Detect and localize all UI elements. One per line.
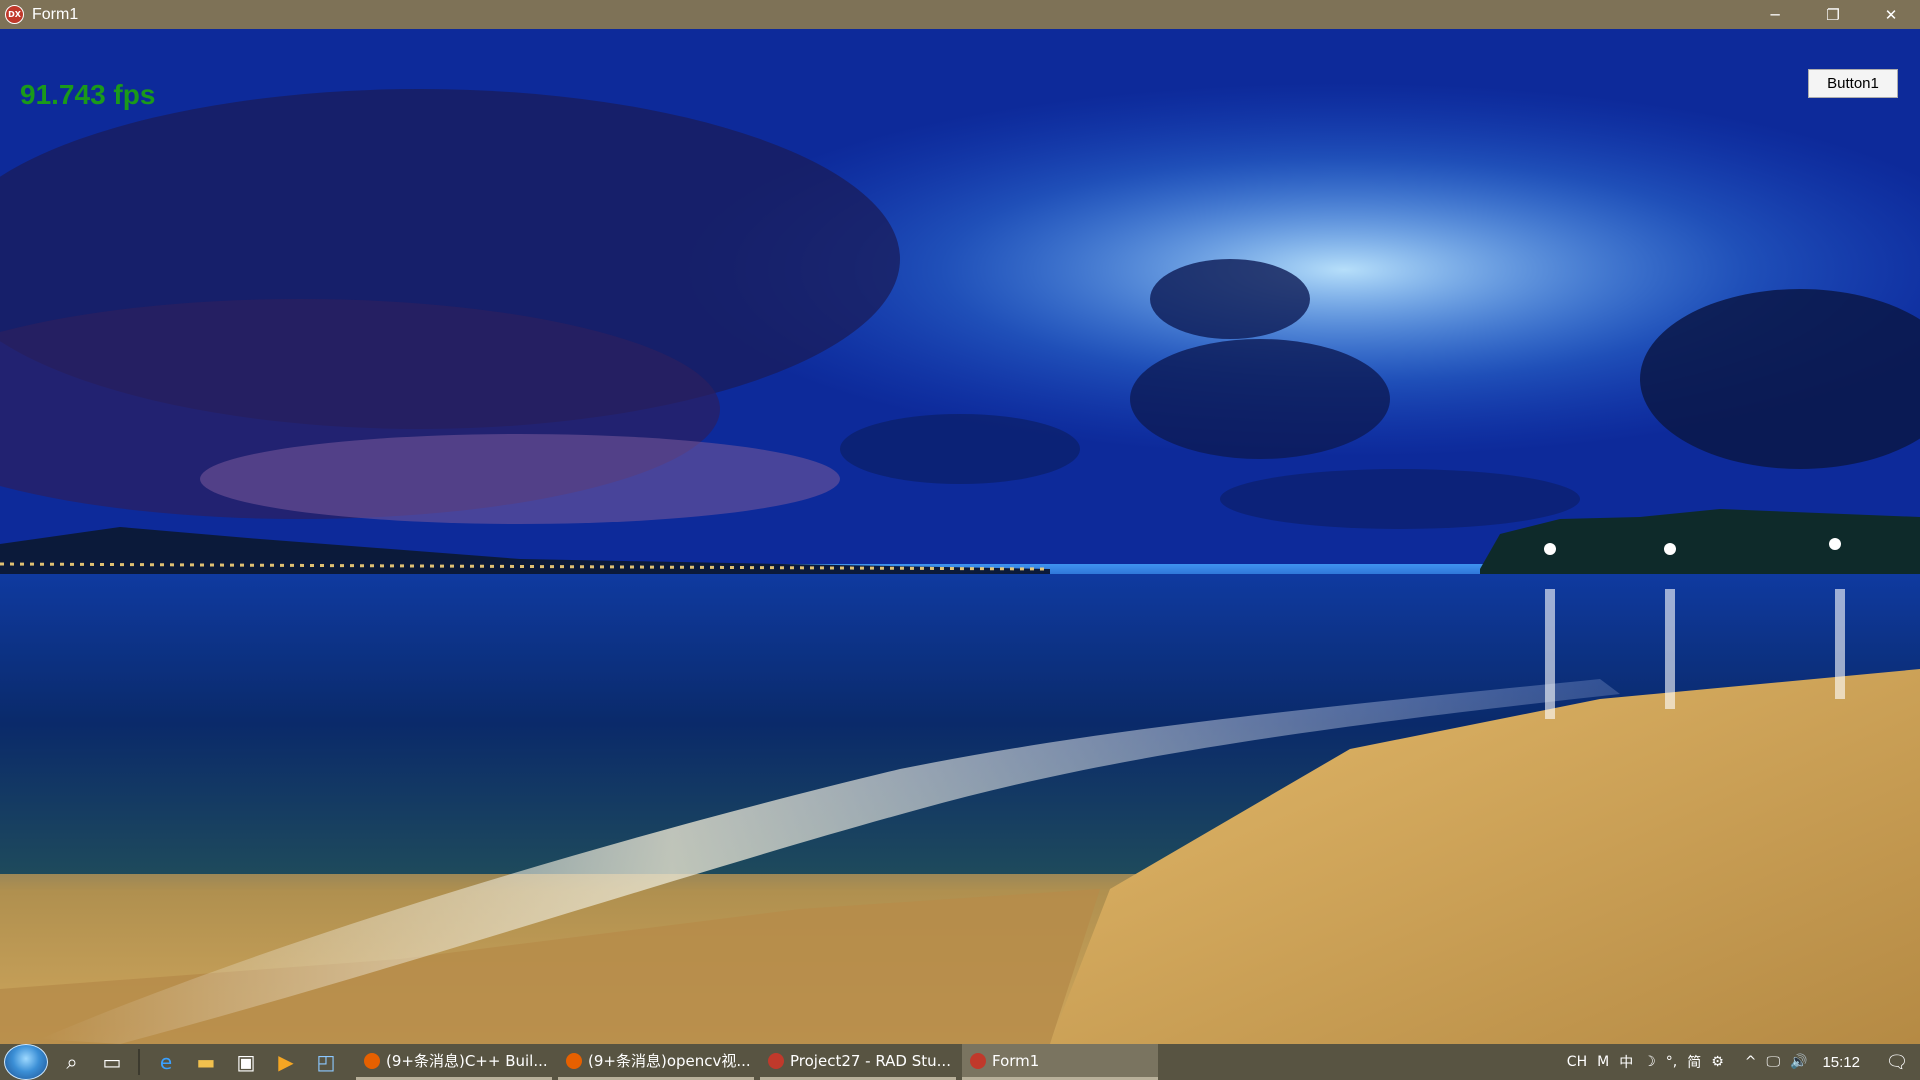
system-tray: CH M 中 ☽ °, 简 ⚙ ^ 🖵 🔊 15:12 🗨 — [1562, 1044, 1920, 1080]
volume-icon[interactable]: 🔊 — [1790, 1054, 1807, 1070]
form-client-area: 91.743 fps Button1 — [0, 29, 1920, 1044]
taskbar-item-label: Form1 — [992, 1051, 1040, 1070]
minimize-button[interactable]: ─ — [1746, 0, 1804, 29]
taskbar-item-cpp-builder[interactable]: (9+条消息)C++ Buil... — [356, 1044, 552, 1080]
rad-studio-icon — [768, 1052, 784, 1069]
taskbar-item-rad-studio[interactable]: Project27 - RAD Stu... — [760, 1044, 956, 1080]
ime-moon-icon[interactable]: ☽ — [1643, 1054, 1656, 1070]
ime-simplified-indicator[interactable]: 简 — [1687, 1052, 1701, 1072]
search-icon[interactable]: ⌕ — [52, 1044, 92, 1080]
network-icon[interactable]: 🖵 — [1767, 1054, 1781, 1070]
taskbar-item-form1[interactable]: Form1 — [962, 1044, 1158, 1080]
taskbar-item-label: (9+条消息)C++ Buil... — [386, 1052, 548, 1070]
task-view-icon[interactable]: ▭ — [92, 1044, 132, 1080]
button1[interactable]: Button1 — [1808, 69, 1898, 98]
media-icon[interactable]: ▶ — [266, 1044, 306, 1080]
chevron-up-icon[interactable]: ^ — [1745, 1054, 1757, 1070]
taskbar-item-label: (9+条消息)opencv视... — [588, 1052, 751, 1070]
close-button[interactable]: ✕ — [1862, 0, 1920, 29]
app-icon: DX — [5, 5, 24, 24]
taskbar: ⌕ ▭ e ▬ ▣ ▶ ◰ (9+条消息)C++ Buil... (9+条消息)… — [0, 1044, 1920, 1080]
notification-icon[interactable]: 🗨 — [1874, 1044, 1920, 1080]
ime-m-icon[interactable]: M — [1597, 1054, 1609, 1070]
taskbar-separator — [138, 1049, 140, 1075]
rad-studio-icon — [970, 1052, 986, 1069]
clock[interactable]: 15:12 — [1822, 1054, 1860, 1071]
taskbar-item-opencv[interactable]: (9+条消息)opencv视... — [558, 1044, 754, 1080]
edge-icon[interactable]: e — [146, 1044, 186, 1080]
windows-start-icon — [4, 1044, 48, 1080]
window-controls: ─ ❐ ✕ — [1746, 0, 1920, 29]
start-button[interactable] — [0, 1044, 52, 1080]
title-bar[interactable]: DX Form1 ─ ❐ ✕ — [0, 0, 1920, 29]
ime-ch-indicator[interactable]: CH — [1567, 1054, 1587, 1070]
fps-label: 91.743 fps — [20, 79, 156, 110]
background-image — [0, 29, 1920, 1044]
ime-chinese-indicator[interactable]: 中 — [1619, 1052, 1633, 1072]
firefox-icon — [566, 1052, 582, 1069]
ime-punctuation-icon[interactable]: °, — [1666, 1054, 1677, 1070]
firefox-icon — [364, 1052, 380, 1069]
store-icon[interactable]: ▣ — [226, 1044, 266, 1080]
file-explorer-icon[interactable]: ▬ — [186, 1044, 226, 1080]
window-title: Form1 — [32, 5, 79, 23]
taskbar-item-label: Project27 - RAD Stu... — [790, 1051, 951, 1070]
ime-settings-icon[interactable]: ⚙ — [1711, 1054, 1724, 1070]
app-icon[interactable]: ◰ — [306, 1044, 346, 1080]
restore-button[interactable]: ❐ — [1804, 0, 1862, 29]
